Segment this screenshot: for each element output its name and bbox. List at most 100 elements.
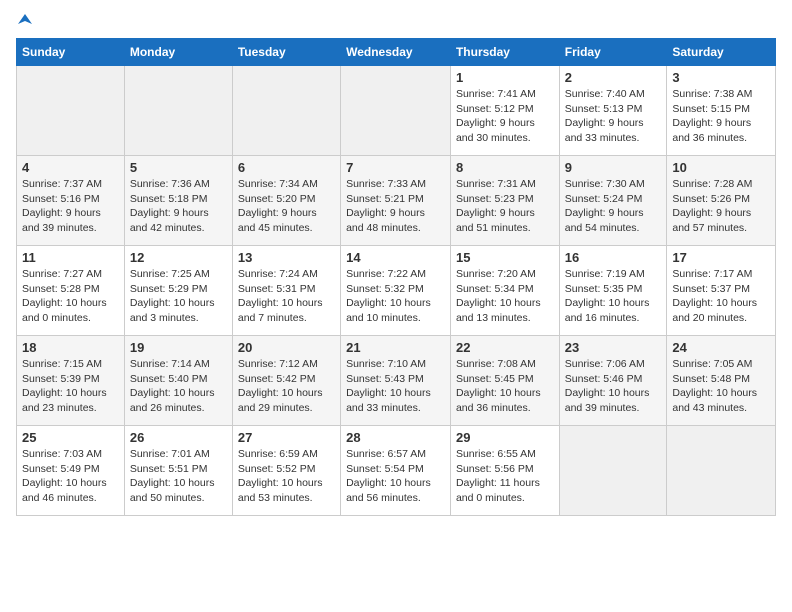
calendar-week-row: 18 Sunrise: 7:15 AMSunset: 5:39 PMDayligh… [17,336,776,426]
day-number: 17 [672,250,770,265]
day-number: 20 [238,340,335,355]
calendar-cell: 1 Sunrise: 7:41 AMSunset: 5:12 PMDaylight… [450,66,559,156]
day-info: Sunrise: 7:14 AMSunset: 5:40 PMDaylight:… [130,357,227,416]
calendar-cell: 7 Sunrise: 7:33 AMSunset: 5:21 PMDaylight… [341,156,451,246]
days-of-week-row: SundayMondayTuesdayWednesdayThursdayFrid… [17,39,776,66]
day-info: Sunrise: 7:01 AMSunset: 5:51 PMDaylight:… [130,447,227,506]
day-info: Sunrise: 7:10 AMSunset: 5:43 PMDaylight:… [346,357,445,416]
calendar-cell: 8 Sunrise: 7:31 AMSunset: 5:23 PMDaylight… [450,156,559,246]
day-number: 23 [565,340,662,355]
calendar-cell [667,426,776,516]
calendar-week-row: 25 Sunrise: 7:03 AMSunset: 5:49 PMDayligh… [17,426,776,516]
day-info: Sunrise: 7:40 AMSunset: 5:13 PMDaylight:… [565,87,662,146]
day-info: Sunrise: 7:25 AMSunset: 5:29 PMDaylight:… [130,267,227,326]
calendar-cell: 16 Sunrise: 7:19 AMSunset: 5:35 PMDayligh… [559,246,667,336]
day-number: 3 [672,70,770,85]
calendar-cell: 4 Sunrise: 7:37 AMSunset: 5:16 PMDaylight… [17,156,125,246]
page-header [16,16,776,28]
calendar-cell: 3 Sunrise: 7:38 AMSunset: 5:15 PMDaylight… [667,66,776,156]
day-info: Sunrise: 7:12 AMSunset: 5:42 PMDaylight:… [238,357,335,416]
calendar-week-row: 4 Sunrise: 7:37 AMSunset: 5:16 PMDaylight… [17,156,776,246]
day-number: 12 [130,250,227,265]
day-of-week-header: Sunday [17,39,125,66]
calendar-cell [232,66,340,156]
day-info: Sunrise: 7:41 AMSunset: 5:12 PMDaylight:… [456,87,554,146]
day-of-week-header: Saturday [667,39,776,66]
day-number: 25 [22,430,119,445]
day-number: 21 [346,340,445,355]
day-number: 8 [456,160,554,175]
day-info: Sunrise: 7:38 AMSunset: 5:15 PMDaylight:… [672,87,770,146]
day-of-week-header: Friday [559,39,667,66]
day-info: Sunrise: 7:24 AMSunset: 5:31 PMDaylight:… [238,267,335,326]
calendar-body: 1 Sunrise: 7:41 AMSunset: 5:12 PMDaylight… [17,66,776,516]
day-of-week-header: Tuesday [232,39,340,66]
day-number: 11 [22,250,119,265]
day-info: Sunrise: 7:03 AMSunset: 5:49 PMDaylight:… [22,447,119,506]
day-number: 6 [238,160,335,175]
day-number: 18 [22,340,119,355]
calendar-cell [17,66,125,156]
day-info: Sunrise: 7:34 AMSunset: 5:20 PMDaylight:… [238,177,335,236]
day-of-week-header: Thursday [450,39,559,66]
day-number: 5 [130,160,227,175]
day-of-week-header: Wednesday [341,39,451,66]
day-info: Sunrise: 7:15 AMSunset: 5:39 PMDaylight:… [22,357,119,416]
day-number: 15 [456,250,554,265]
day-info: Sunrise: 6:59 AMSunset: 5:52 PMDaylight:… [238,447,335,506]
day-number: 27 [238,430,335,445]
day-info: Sunrise: 6:57 AMSunset: 5:54 PMDaylight:… [346,447,445,506]
logo-bird-icon [18,14,32,28]
day-info: Sunrise: 6:55 AMSunset: 5:56 PMDaylight:… [456,447,554,506]
calendar-cell: 6 Sunrise: 7:34 AMSunset: 5:20 PMDaylight… [232,156,340,246]
day-info: Sunrise: 7:19 AMSunset: 5:35 PMDaylight:… [565,267,662,326]
calendar-cell [341,66,451,156]
calendar-cell: 17Sunrise: 7:17 AMSunset: 5:37 PMDayligh… [667,246,776,336]
day-number: 24 [672,340,770,355]
day-number: 29 [456,430,554,445]
calendar-cell: 26Sunrise: 7:01 AMSunset: 5:51 PMDayligh… [124,426,232,516]
calendar-header: SundayMondayTuesdayWednesdayThursdayFrid… [17,39,776,66]
day-info: Sunrise: 7:05 AMSunset: 5:48 PMDaylight:… [672,357,770,416]
calendar-cell: 18 Sunrise: 7:15 AMSunset: 5:39 PMDayligh… [17,336,125,426]
day-number: 16 [565,250,662,265]
day-info: Sunrise: 7:27 AMSunset: 5:28 PMDaylight:… [22,267,119,326]
day-number: 22 [456,340,554,355]
calendar-cell: 28 Sunrise: 6:57 AMSunset: 5:54 PMDayligh… [341,426,451,516]
calendar-week-row: 11 Sunrise: 7:27 AMSunset: 5:28 PMDayligh… [17,246,776,336]
day-number: 4 [22,160,119,175]
day-info: Sunrise: 7:28 AMSunset: 5:26 PMDaylight:… [672,177,770,236]
calendar-cell: 5 Sunrise: 7:36 AMSunset: 5:18 PMDaylight… [124,156,232,246]
day-info: Sunrise: 7:20 AMSunset: 5:34 PMDaylight:… [456,267,554,326]
day-info: Sunrise: 7:30 AMSunset: 5:24 PMDaylight:… [565,177,662,236]
day-number: 10 [672,160,770,175]
calendar-cell: 13 Sunrise: 7:24 AMSunset: 5:31 PMDayligh… [232,246,340,336]
calendar-cell: 2 Sunrise: 7:40 AMSunset: 5:13 PMDaylight… [559,66,667,156]
calendar-cell [559,426,667,516]
day-info: Sunrise: 7:31 AMSunset: 5:23 PMDaylight:… [456,177,554,236]
calendar-cell: 22 Sunrise: 7:08 AMSunset: 5:45 PMDayligh… [450,336,559,426]
day-number: 1 [456,70,554,85]
day-number: 19 [130,340,227,355]
calendar-cell: 19 Sunrise: 7:14 AMSunset: 5:40 PMDayligh… [124,336,232,426]
day-of-week-header: Monday [124,39,232,66]
day-info: Sunrise: 7:37 AMSunset: 5:16 PMDaylight:… [22,177,119,236]
day-number: 14 [346,250,445,265]
day-number: 2 [565,70,662,85]
day-info: Sunrise: 7:08 AMSunset: 5:45 PMDaylight:… [456,357,554,416]
calendar-cell: 25 Sunrise: 7:03 AMSunset: 5:49 PMDayligh… [17,426,125,516]
day-number: 9 [565,160,662,175]
calendar-table: SundayMondayTuesdayWednesdayThursdayFrid… [16,38,776,516]
logo [16,16,32,28]
calendar-cell: 12 Sunrise: 7:25 AMSunset: 5:29 PMDayligh… [124,246,232,336]
calendar-cell: 23Sunrise: 7:06 AMSunset: 5:46 PMDayligh… [559,336,667,426]
day-number: 7 [346,160,445,175]
day-info: Sunrise: 7:36 AMSunset: 5:18 PMDaylight:… [130,177,227,236]
calendar-cell: 11 Sunrise: 7:27 AMSunset: 5:28 PMDayligh… [17,246,125,336]
calendar-cell: 21 Sunrise: 7:10 AMSunset: 5:43 PMDayligh… [341,336,451,426]
day-number: 28 [346,430,445,445]
day-info: Sunrise: 7:33 AMSunset: 5:21 PMDaylight:… [346,177,445,236]
calendar-cell: 9 Sunrise: 7:30 AMSunset: 5:24 PMDaylight… [559,156,667,246]
calendar-cell: 14Sunrise: 7:22 AMSunset: 5:32 PMDayligh… [341,246,451,336]
day-number: 13 [238,250,335,265]
